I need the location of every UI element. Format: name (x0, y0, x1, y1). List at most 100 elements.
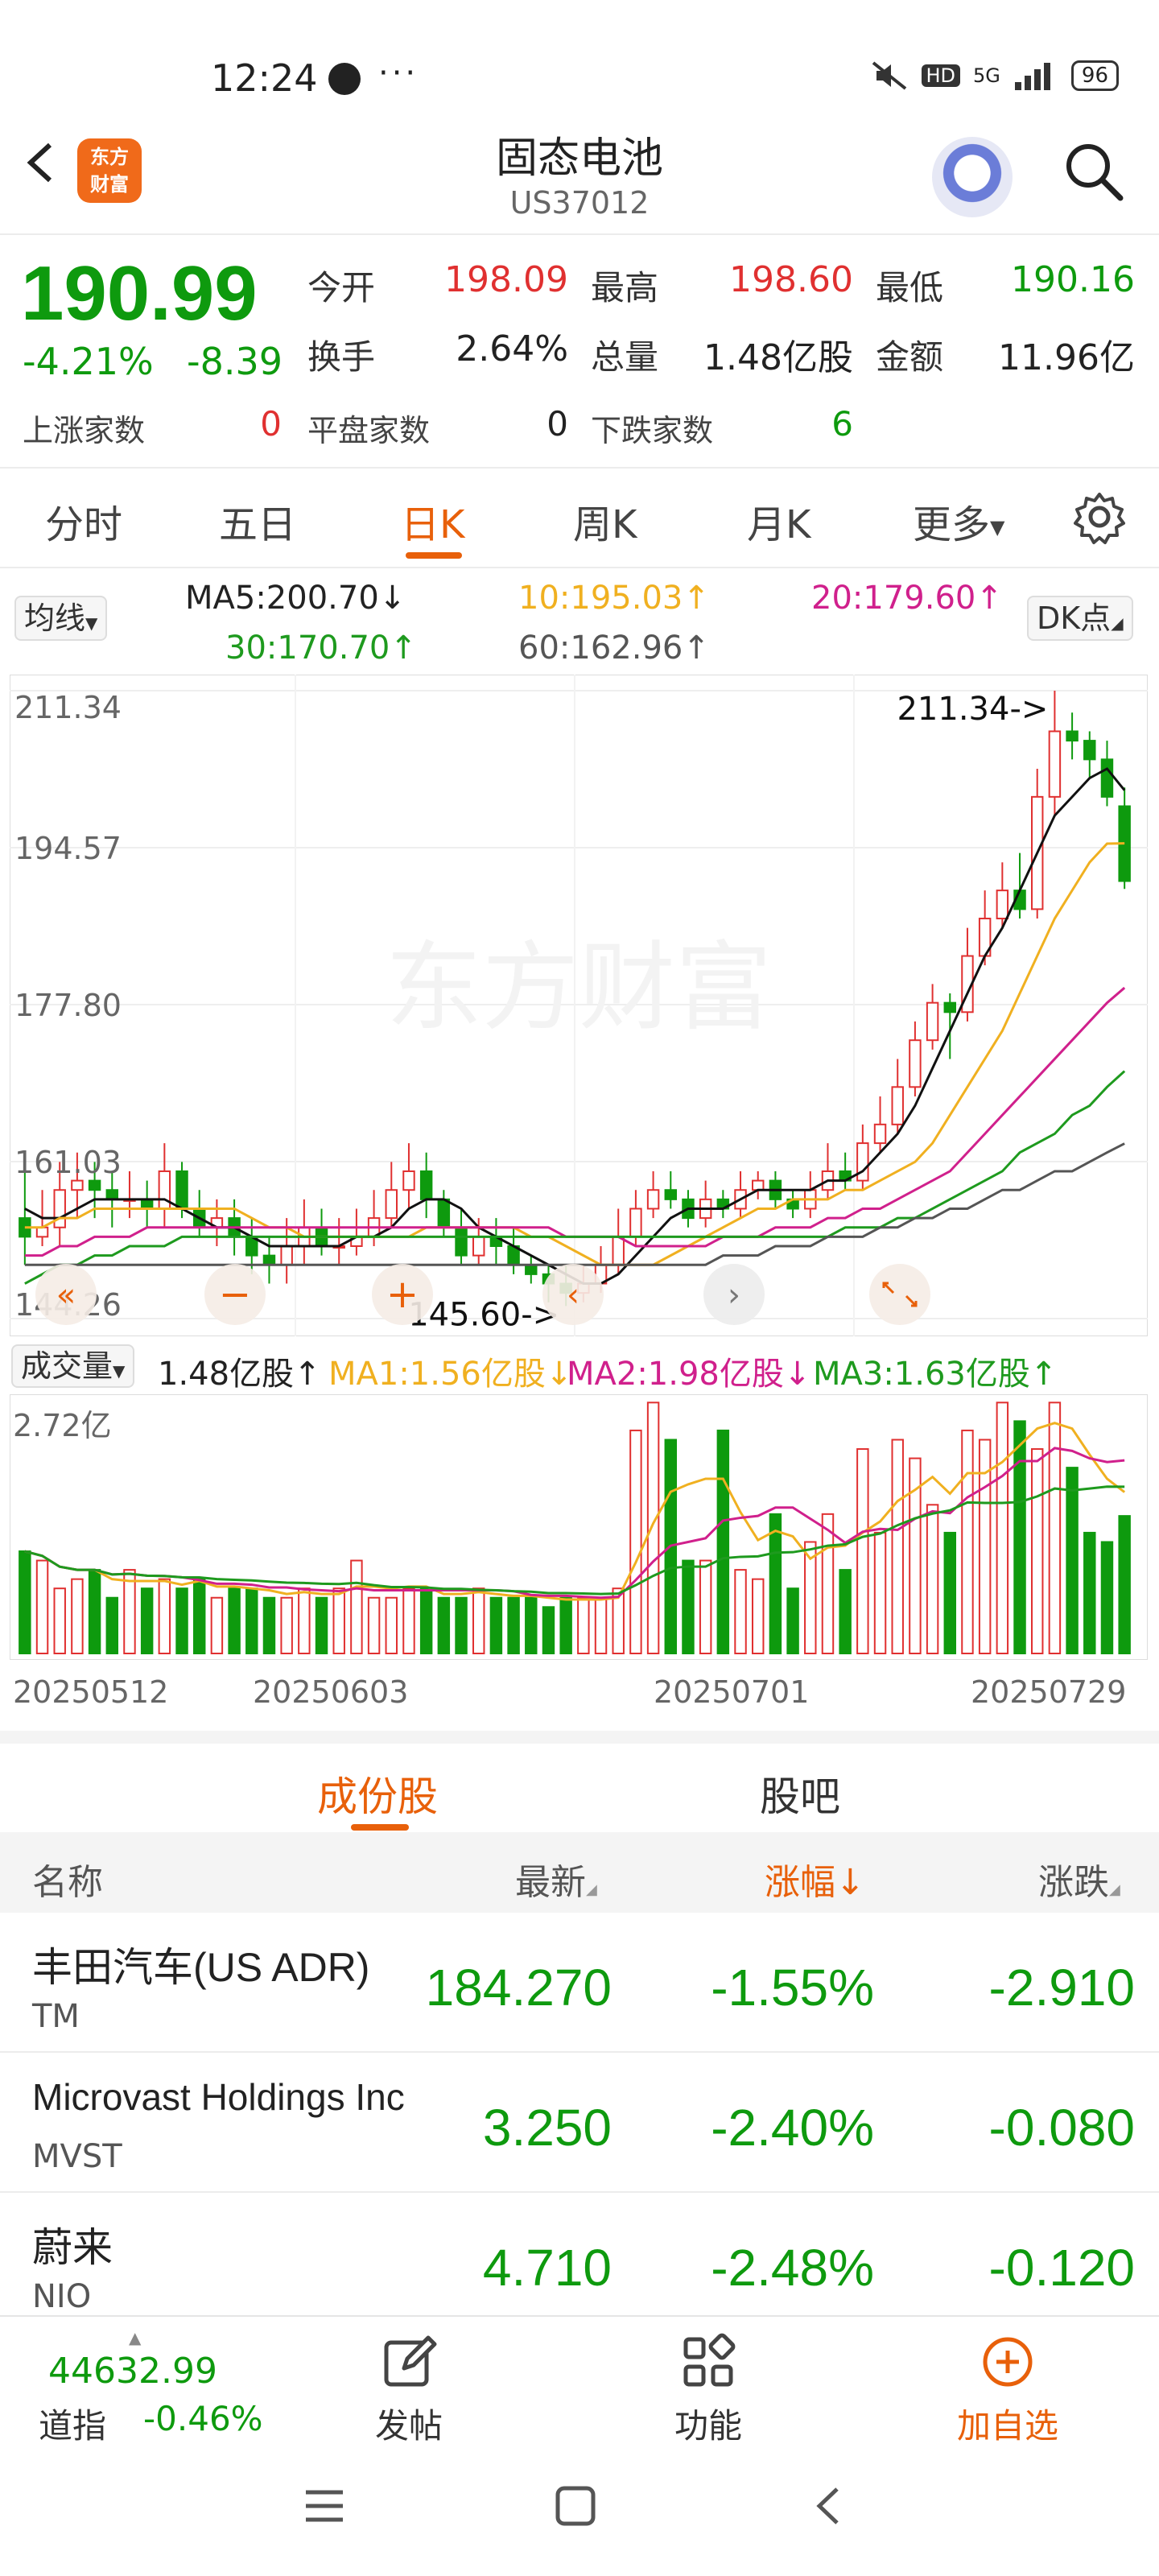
index-ticker[interactable]: ▲ 44632.99 道指 -0.46% (24, 2328, 282, 2446)
candle-body (175, 1170, 188, 1210)
volume-bar (140, 1587, 154, 1654)
caret-up-icon: ▲ (129, 2328, 142, 2347)
sort-icon: ◢ (1109, 1881, 1120, 1898)
index-name: 道指 (39, 2406, 107, 2446)
edit-icon (384, 2335, 437, 2387)
stock-name: Microvast Holdings Inc (32, 2076, 405, 2118)
volume-bar (734, 1569, 747, 1654)
candle-body (105, 1189, 119, 1200)
ma-selector-label: 均线 (24, 601, 86, 636)
section-tabs: 成份股 股吧 (0, 1731, 1159, 1832)
volume-bar (542, 1606, 555, 1655)
candle-body (612, 1236, 625, 1266)
expand-icon[interactable] (869, 1264, 930, 1325)
svg-text:−: − (219, 1272, 251, 1317)
vol-ma3: MA3:1.63亿股↑ (813, 1356, 1058, 1393)
volume-selector[interactable]: 成交量▼ (11, 1344, 135, 1388)
candle-body (385, 1189, 398, 1220)
zoom-in-button[interactable]: + (372, 1264, 433, 1325)
volume-bar (280, 1596, 293, 1654)
flat-count: 0 (547, 404, 568, 444)
volume-bar (455, 1596, 468, 1654)
tab-forum[interactable]: 股吧 (760, 1765, 840, 1823)
tab-monthly-k[interactable]: 月K (747, 493, 810, 549)
scroll-left-button[interactable]: « (35, 1264, 97, 1325)
candle-body (140, 1198, 154, 1210)
table-row[interactable]: 丰田汽车(US ADR) TM 184.270 -1.55% -2.910 (0, 1913, 1159, 2053)
volume-bar (350, 1559, 363, 1654)
tab-intraday[interactable]: 分时 (45, 493, 122, 549)
prev-button[interactable]: ‹ (542, 1264, 604, 1325)
volume-bar (769, 1513, 782, 1654)
tab-more[interactable]: 更多▼ (913, 493, 1004, 549)
post-button[interactable]: 发帖 (344, 2333, 473, 2448)
col-name: 名称 (32, 1862, 103, 1903)
gear-icon[interactable] (1070, 488, 1128, 546)
volume-bar (961, 1429, 974, 1655)
candle-body (629, 1208, 642, 1238)
dk-point-button[interactable]: DK点◢ (1027, 596, 1133, 641)
volume-bar (88, 1569, 101, 1654)
volume-bar (158, 1578, 171, 1655)
menu-icon[interactable] (303, 2484, 346, 2528)
table-row[interactable]: 蔚来 NIO 4.710 -2.48% -0.120 (0, 2193, 1159, 2333)
function-button[interactable]: 功能 (644, 2333, 773, 2448)
index-change: -0.46% (143, 2399, 263, 2438)
tab-daily-k[interactable]: 日K (401, 493, 464, 549)
volume-bar (210, 1596, 224, 1654)
assistant-robot-icon[interactable] (932, 137, 1013, 217)
battery-level: 96 (1070, 60, 1119, 91)
change-amount: -8.39 (187, 340, 283, 383)
svg-text:+: + (386, 1272, 419, 1317)
col-change-pct[interactable]: 涨幅↓ (765, 1853, 865, 1905)
candle-body (158, 1170, 171, 1210)
volume-value: 1.48亿股 (703, 337, 853, 378)
next-button[interactable]: › (703, 1264, 765, 1325)
col-change[interactable]: 涨跌◢ (1038, 1853, 1120, 1905)
volume-bar (315, 1596, 328, 1654)
flat-count-label: 平盘家数 (307, 413, 431, 448)
tab-constituents[interactable]: 成份股 (317, 1765, 438, 1823)
tab-weekly-k[interactable]: 周K (573, 493, 637, 549)
ma60-value: 60:162.96↑ (518, 630, 710, 667)
candle-body (35, 1226, 49, 1238)
candle-body (1066, 730, 1079, 742)
candle-body (1083, 740, 1096, 761)
col-latest[interactable]: 最新◢ (515, 1853, 597, 1905)
table-row[interactable]: Microvast Holdings Inc MVST 3.250 -2.40%… (0, 2053, 1159, 2193)
candle-body (472, 1236, 485, 1257)
back-nav-icon[interactable] (808, 2484, 852, 2528)
table-header: 名称 最新◢ 涨幅↓ 涨跌◢ (0, 1832, 1159, 1913)
function-label: 功能 (674, 2406, 742, 2446)
volume-bar (821, 1513, 835, 1654)
ma-selector[interactable]: 均线▼ (14, 596, 108, 641)
volume-selector-label: 成交量 (21, 1348, 113, 1384)
candle-body (996, 890, 1009, 920)
status-time: 12:24 (211, 56, 318, 100)
tab-five-day[interactable]: 五日 (219, 493, 296, 549)
add-watchlist-button[interactable]: 加自选 (943, 2333, 1072, 2448)
ma5-value: MA5:200.70↓ (185, 580, 406, 617)
stock-name: 丰田汽车(US ADR) (32, 1945, 370, 1990)
candle-body (53, 1189, 66, 1228)
volume-label: 总量 (591, 337, 659, 377)
candle-body (402, 1170, 415, 1191)
price-tick: 211.34 (14, 690, 122, 725)
volume-bar (577, 1596, 590, 1654)
price-tick: 177.80 (14, 988, 122, 1023)
zoom-out-button[interactable]: − (204, 1264, 266, 1325)
hd-badge: HD (921, 64, 961, 87)
candlestick-chart[interactable]: 东方财富 211.34194.57177.80161.03144.26 211.… (10, 675, 1148, 1336)
post-label: 发帖 (374, 2406, 443, 2446)
volume-bar (682, 1559, 695, 1654)
dk-point-label: DK点 (1037, 601, 1112, 636)
price-tick: 194.57 (14, 831, 122, 866)
volume-chart[interactable]: 2.72亿 (10, 1394, 1148, 1660)
caret-down-icon: ▼ (85, 613, 98, 633)
search-icon[interactable] (1061, 138, 1125, 203)
high-label: 最高 (591, 268, 659, 308)
volume-bar (699, 1559, 712, 1654)
home-icon[interactable] (554, 2484, 597, 2528)
stock-change: -0.080 (988, 2099, 1135, 2157)
date-tick: 20250701 (654, 1674, 810, 1710)
